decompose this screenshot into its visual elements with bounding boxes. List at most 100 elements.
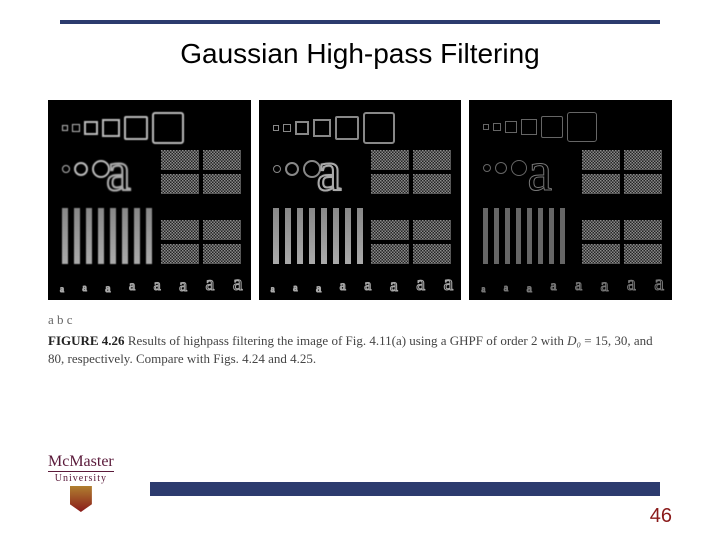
bar-icon — [273, 208, 279, 264]
noise-patch — [203, 220, 241, 240]
figure-panels: aaaaaaaaa aaaaaaaaa aaaaaaaaa — [48, 100, 672, 300]
glyph-sample: a — [179, 276, 187, 294]
square-icon — [84, 121, 98, 135]
crest-icon — [70, 486, 92, 512]
circle-icon — [495, 162, 507, 174]
panel-a: aaaaaaaaa — [48, 100, 251, 300]
noise-patch — [582, 150, 620, 170]
square-icon — [313, 119, 331, 137]
square-icon — [62, 125, 68, 131]
square-icon — [273, 125, 279, 131]
institution-logo: McMaster University — [48, 453, 114, 512]
institution-name-1: McMaster — [48, 453, 114, 471]
glyph-sample: a — [129, 280, 135, 294]
square-icon — [124, 116, 148, 140]
glyph-sample: a — [271, 285, 275, 294]
noise-patch — [161, 174, 199, 194]
noise-patch — [371, 244, 409, 264]
noise-patch — [624, 220, 662, 240]
institution-name-2: University — [48, 471, 114, 484]
bar-icon — [110, 208, 116, 264]
glyph-sample: a — [654, 272, 664, 294]
bar-icon — [309, 208, 315, 264]
noise-patch — [203, 150, 241, 170]
square-icon — [363, 112, 395, 144]
page-number: 46 — [650, 505, 672, 528]
circle-icon — [511, 160, 527, 176]
slide-title: Gaussian High-pass Filtering — [0, 38, 720, 70]
glyph-sample: a — [390, 276, 398, 294]
square-icon — [505, 121, 517, 133]
noise-patch — [582, 174, 620, 194]
bar-icon — [505, 208, 510, 264]
figure-number: FIGURE 4.26 — [48, 333, 125, 348]
glyph-sample: a — [316, 282, 321, 294]
top-rule — [60, 20, 660, 24]
glyph-sample: a — [550, 280, 556, 294]
circle-icon — [285, 162, 299, 176]
glyph-sample: a — [527, 282, 532, 294]
noise-patch — [161, 244, 199, 264]
bar-icon — [321, 208, 327, 264]
square-icon — [72, 124, 80, 132]
glyph-sample: a — [575, 278, 582, 294]
glyph-sample: a — [504, 284, 508, 294]
square-icon — [521, 119, 537, 135]
noise-patch — [624, 244, 662, 264]
footer-rule — [150, 482, 660, 496]
glyph-sample: a — [293, 284, 297, 294]
bar-icon — [333, 208, 339, 264]
bar-icon — [98, 208, 104, 264]
glyph-sample: a — [60, 285, 64, 294]
bar-icon — [560, 208, 565, 264]
noise-patch — [371, 220, 409, 240]
square-icon — [567, 112, 597, 142]
noise-patch — [413, 220, 451, 240]
glyph-sample: a — [481, 285, 485, 294]
bar-icon — [122, 208, 128, 264]
panel-c: aaaaaaaaa — [469, 100, 672, 300]
noise-patch — [413, 174, 451, 194]
noise-patch — [624, 174, 662, 194]
bar-icon — [345, 208, 351, 264]
noise-patch — [582, 220, 620, 240]
bar-icon — [146, 208, 152, 264]
square-icon — [335, 116, 359, 140]
noise-patch — [624, 150, 662, 170]
square-icon — [541, 116, 563, 138]
glyph-sample: a — [154, 278, 161, 294]
circle-icon — [273, 165, 281, 173]
glyph-sample: a — [206, 274, 215, 294]
noise-patch — [161, 150, 199, 170]
square-icon — [152, 112, 184, 144]
panel-b: aaaaaaaaa — [259, 100, 462, 300]
noise-patch — [203, 174, 241, 194]
bar-icon — [357, 208, 363, 264]
figure-caption: FIGURE 4.26 Results of highpass filterin… — [48, 332, 672, 368]
square-icon — [493, 123, 501, 131]
bar-icon — [285, 208, 291, 264]
d0-variable: D₀ — [567, 333, 581, 348]
bar-icon — [74, 208, 80, 264]
bar-icon — [549, 208, 554, 264]
noise-patch — [203, 244, 241, 264]
noise-patch — [371, 150, 409, 170]
bar-icon — [483, 208, 488, 264]
noise-patch — [582, 244, 620, 264]
glyph-sample: a — [105, 282, 110, 294]
noise-patch — [413, 150, 451, 170]
bar-icon — [297, 208, 303, 264]
noise-patch — [413, 244, 451, 264]
glyph-sample: a — [627, 274, 636, 294]
square-icon — [102, 119, 120, 137]
circle-icon — [74, 162, 88, 176]
bar-icon — [538, 208, 543, 264]
bar-icon — [86, 208, 92, 264]
bar-icon — [134, 208, 140, 264]
noise-patch — [371, 174, 409, 194]
bar-icon — [494, 208, 499, 264]
large-glyph: a — [527, 144, 552, 200]
square-icon — [295, 121, 309, 135]
glyph-sample: a — [600, 276, 608, 294]
glyph-sample: a — [364, 278, 371, 294]
